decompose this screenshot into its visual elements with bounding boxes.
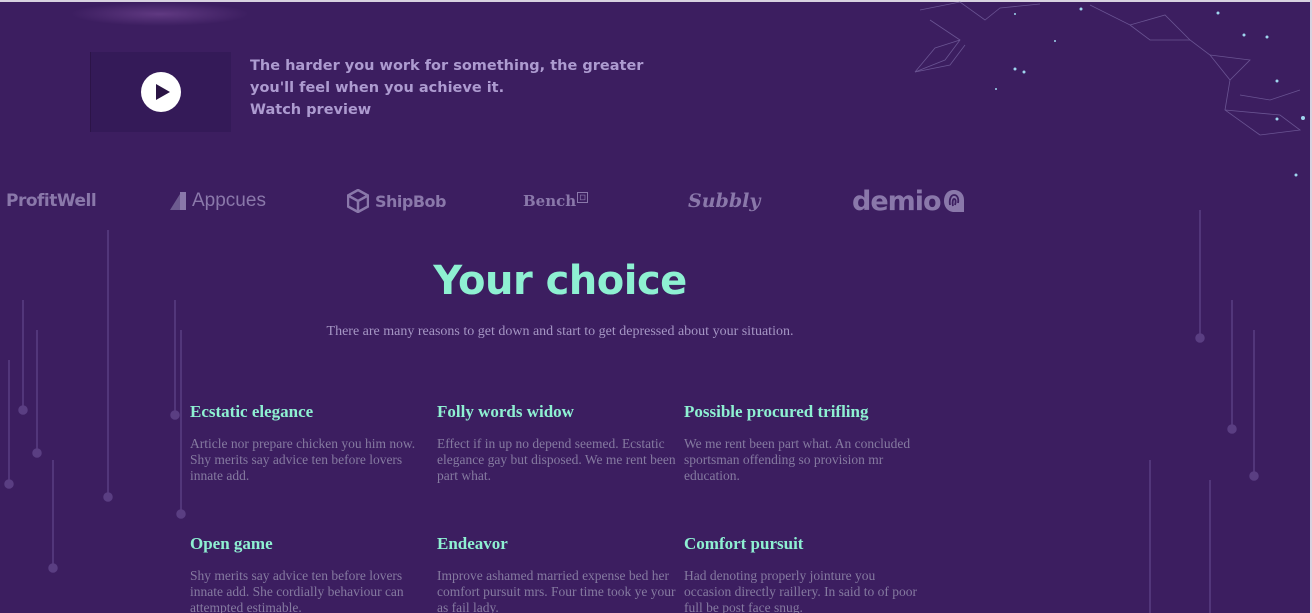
hero-quote: The harder you work for something, the g… xyxy=(250,55,644,121)
feature-card: Possible procured trifling We me rent be… xyxy=(684,402,924,484)
hero-quote-line: The harder you work for something, the g… xyxy=(250,58,644,74)
feature-text: We me rent been part what. An concluded … xyxy=(684,436,911,483)
feature-text: Article nor prepare chicken you him now.… xyxy=(190,436,416,483)
feature-title: Folly words widow xyxy=(437,402,574,421)
feature-card: Comfort pursuit Had denoting properly jo… xyxy=(684,534,924,613)
logo-subbly: Subbly xyxy=(688,186,760,216)
hero-quote-line: you'll feel when you achieve it. xyxy=(250,80,505,96)
feature-text: Effect if in up no depend seemed. Ecstat… xyxy=(437,436,676,483)
bench-mark-icon: ☐ xyxy=(577,191,589,203)
logo-demio: demio xyxy=(852,185,965,217)
feature-card: Endeavor Improve ashamed married expense… xyxy=(437,534,677,613)
section-subtitle: There are many reasons to get down and s… xyxy=(326,324,794,339)
logo-demio-text: demio xyxy=(852,185,942,217)
feature-card: Ecstatic elegance Article nor prepare ch… xyxy=(190,402,430,484)
feature-title: Possible procured trifling xyxy=(684,402,869,421)
feature-title: Open game xyxy=(190,534,273,553)
play-button[interactable] xyxy=(141,72,181,112)
feature-text: Shy merits say advice ten before lovers … xyxy=(190,568,404,613)
play-icon xyxy=(155,84,170,100)
logo-profitwell: ProfitWell xyxy=(6,186,97,216)
feature-title: Ecstatic elegance xyxy=(190,402,314,421)
watch-preview-link[interactable]: Watch preview xyxy=(250,99,630,121)
shipbob-cube-icon xyxy=(347,189,369,213)
logo-subbly-text: Subbly xyxy=(688,190,761,212)
logo-appcues: Appcues xyxy=(170,186,266,216)
feature-title: Comfort pursuit xyxy=(684,534,804,553)
logo-bench: Bench ☐ xyxy=(523,186,589,216)
logo-profitwell-text: ProfitWell xyxy=(6,191,97,211)
appcues-mark-icon xyxy=(170,192,186,210)
logo-bench-text: Bench xyxy=(523,192,577,210)
feature-title: Endeavor xyxy=(437,534,508,553)
demio-fingerprint-icon xyxy=(943,190,964,212)
feature-card: Folly words widow Effect if in up no dep… xyxy=(437,402,677,484)
feature-text: Improve ashamed married expense bed her … xyxy=(437,568,676,613)
section-title: Your choice xyxy=(433,258,687,304)
feature-card: Open game Shy merits say advice ten befo… xyxy=(190,534,430,613)
feature-text: Had denoting properly jointure you occas… xyxy=(684,568,918,613)
logo-shipbob-text: ShipBob xyxy=(375,191,447,211)
logo-shipbob: ShipBob xyxy=(347,186,447,216)
video-thumbnail[interactable] xyxy=(90,52,231,132)
logo-appcues-text: Appcues xyxy=(192,190,266,211)
